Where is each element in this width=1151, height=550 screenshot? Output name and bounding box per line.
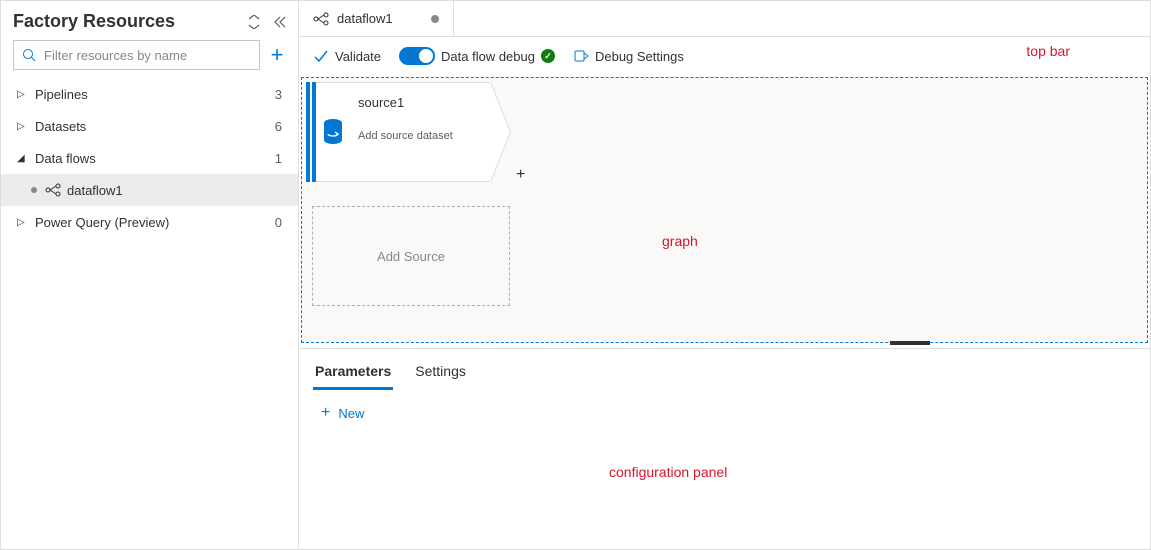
sidebar-title: Factory Resources — [13, 11, 246, 32]
tree-item-count: 3 — [275, 87, 282, 102]
tree-item-dataflow1[interactable]: dataflow1 — [1, 174, 298, 206]
node-accent — [306, 82, 316, 182]
resource-tree: ▷ Pipelines 3 ▷ Datasets 6 ◢ Data flows … — [1, 78, 298, 549]
tree-item-dataflows[interactable]: ◢ Data flows 1 — [1, 142, 298, 174]
validate-button[interactable]: Validate — [313, 48, 381, 64]
new-label: New — [338, 406, 364, 421]
filter-input-container[interactable] — [13, 40, 260, 70]
main-area: dataflow1 Validate Data flow debug ✓ — [299, 1, 1150, 549]
config-tab-parameters[interactable]: Parameters — [313, 359, 393, 390]
config-tabs: Parameters Settings — [299, 349, 1150, 390]
config-tab-settings[interactable]: Settings — [413, 359, 468, 390]
overlay-topbar-label: top bar — [1026, 43, 1070, 59]
add-resource-button[interactable]: + — [266, 44, 288, 66]
chevron-right-icon: ▷ — [17, 121, 29, 132]
dataflow-icon — [313, 11, 329, 27]
splitter-handle[interactable] — [890, 341, 930, 345]
sidebar-header: Factory Resources — [1, 1, 298, 40]
tree-item-powerquery[interactable]: ▷ Power Query (Preview) 0 — [1, 206, 298, 238]
search-icon — [22, 48, 36, 62]
dirty-indicator-icon — [431, 15, 439, 23]
tree-item-label: Power Query (Preview) — [35, 215, 275, 230]
tree-item-label: Data flows — [35, 151, 275, 166]
graph-canvas[interactable]: source1 Add source dataset + Add Source … — [301, 77, 1148, 343]
node-arrow — [490, 82, 510, 182]
chevron-right-icon: ▷ — [17, 89, 29, 100]
filter-input[interactable] — [42, 41, 251, 69]
tree-item-pipelines[interactable]: ▷ Pipelines 3 — [1, 78, 298, 110]
debug-settings-icon — [573, 48, 589, 64]
config-tab-label: Settings — [415, 363, 466, 379]
dataset-icon — [316, 82, 350, 182]
check-icon — [313, 48, 329, 64]
toolbar: Validate Data flow debug ✓ Debug Setting… — [299, 37, 1150, 75]
debug-label: Data flow debug — [441, 49, 535, 64]
debug-settings-button[interactable]: Debug Settings — [573, 48, 684, 64]
add-transform-button[interactable]: + — [516, 166, 525, 184]
tree-item-label: dataflow1 — [67, 183, 288, 198]
editor-tabbar: dataflow1 — [299, 1, 1150, 37]
new-parameter-button[interactable]: + New — [321, 404, 364, 422]
add-source-placeholder[interactable]: Add Source — [312, 206, 510, 306]
dataflow-debug-toggle-group: Data flow debug ✓ — [399, 47, 555, 65]
debug-status-icon: ✓ — [541, 49, 555, 63]
sidebar: Factory Resources + ▷ Pipel — [1, 1, 299, 549]
chevron-down-icon: ◢ — [17, 153, 29, 164]
tree-item-count: 0 — [275, 215, 282, 230]
add-source-label: Add Source — [377, 249, 445, 264]
config-tab-label: Parameters — [315, 363, 391, 379]
chevron-right-icon: ▷ — [17, 217, 29, 228]
tree-item-datasets[interactable]: ▷ Datasets 6 — [1, 110, 298, 142]
config-panel: Parameters Settings + New configuration … — [299, 349, 1150, 549]
collapse-sidebar-icon[interactable] — [272, 14, 288, 30]
validate-label: Validate — [335, 49, 381, 64]
debug-settings-label: Debug Settings — [595, 49, 684, 64]
tree-item-label: Datasets — [35, 119, 275, 134]
plus-icon: + — [321, 404, 330, 422]
source-node[interactable]: source1 Add source dataset — [306, 82, 510, 182]
dirty-indicator-icon — [31, 187, 37, 193]
overlay-graph-label: graph — [662, 233, 698, 249]
source-title: source1 — [358, 95, 482, 110]
tree-item-count: 1 — [275, 151, 282, 166]
tree-item-label: Pipelines — [35, 87, 275, 102]
dataflow-icon — [45, 182, 61, 198]
editor-tab-dataflow1[interactable]: dataflow1 — [299, 1, 454, 36]
source-subtitle: Add source dataset — [358, 130, 482, 142]
tab-label: dataflow1 — [337, 11, 393, 26]
expand-all-icon[interactable] — [246, 14, 262, 30]
tree-item-count: 6 — [275, 119, 282, 134]
overlay-config-label: configuration panel — [609, 464, 727, 480]
debug-toggle[interactable] — [399, 47, 435, 65]
